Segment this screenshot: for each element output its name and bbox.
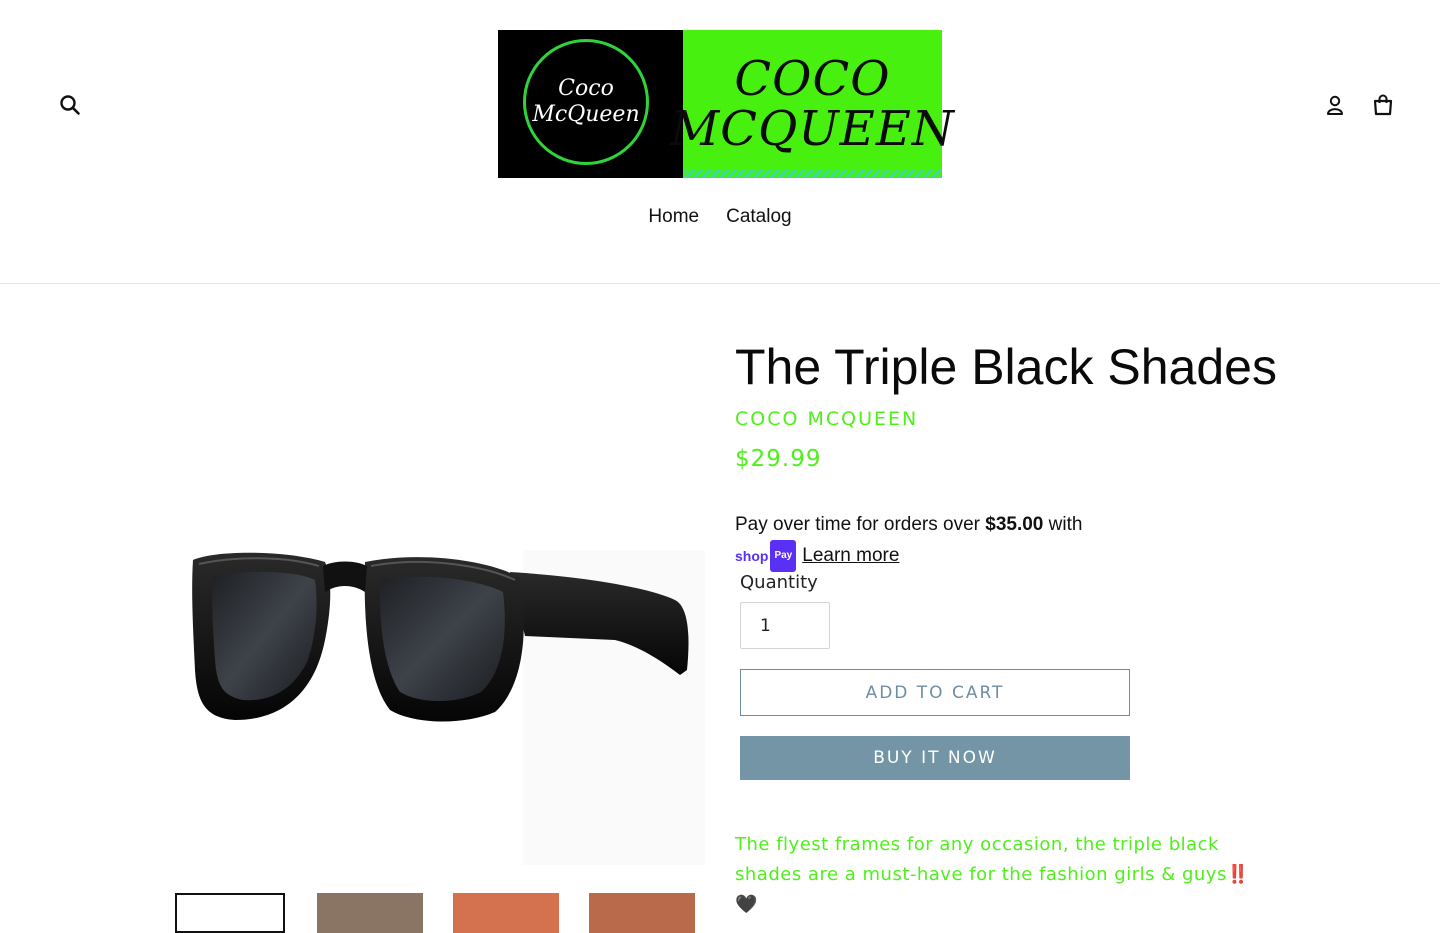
black-heart-emoji: 🖤 [735, 894, 758, 915]
add-to-cart-button[interactable]: ADD TO CART [740, 669, 1130, 716]
product-price: $29.99 [735, 446, 822, 472]
thumbnail-2[interactable] [317, 893, 423, 933]
shop-pay-logo: shop Pay [735, 540, 797, 572]
cart-icon [1373, 94, 1393, 116]
thumbnail-3[interactable] [453, 893, 559, 933]
installments-threshold: $35.00 [985, 514, 1044, 535]
product-description: The flyest frames for any occasion, the … [735, 830, 1275, 920]
sunglasses-image [192, 550, 705, 865]
product-main-image[interactable] [175, 340, 705, 870]
shop-pay-pay: Pay [770, 540, 797, 572]
product-vendor: COCO MCQUEEN [735, 408, 919, 430]
installments-message: Pay over time for orders over $35.00 wit… [735, 510, 1155, 572]
user-icon [1327, 95, 1343, 115]
site-header: Coco McQueen COCO MCQUEEN Home Catalog [0, 0, 1440, 284]
buy-it-now-button[interactable]: BUY IT NOW [740, 736, 1130, 780]
search-icon [60, 95, 80, 115]
site-logo[interactable]: Coco McQueen COCO MCQUEEN [498, 30, 954, 178]
installments-text-before: Pay over time for orders over [735, 514, 986, 535]
logo-emblem: Coco McQueen [498, 30, 683, 178]
nav-catalog[interactable]: Catalog [726, 206, 792, 228]
logo-banner-line1: COCO [734, 51, 891, 107]
nav-home[interactable]: Home [648, 206, 699, 228]
logo-banner: COCO MCQUEEN [670, 30, 954, 178]
double-exclamation-emoji: ‼️ [1226, 864, 1250, 885]
quantity-label: Quantity [740, 572, 818, 593]
main-nav: Home Catalog [0, 206, 1440, 228]
installments-text-after: with [1043, 514, 1083, 535]
quantity-input[interactable] [740, 602, 830, 649]
thumbnail-1[interactable] [175, 893, 285, 933]
logo-circle-line1: Coco [558, 76, 614, 101]
learn-more-link[interactable]: Learn more [802, 545, 899, 566]
logo-stripe [683, 170, 942, 178]
cart-button[interactable] [1366, 88, 1400, 122]
product-title: The Triple Black Shades [735, 339, 1277, 395]
logo-circle: Coco McQueen [523, 39, 649, 165]
search-button[interactable] [54, 89, 86, 121]
shop-pay-shop: shop [735, 548, 769, 564]
product-info: The Triple Black Shades COCO MCQUEEN $29… [735, 338, 1295, 915]
login-button[interactable] [1320, 90, 1350, 120]
logo-circle-line2: McQueen [532, 102, 640, 127]
product-thumbnails [175, 893, 695, 933]
description-text: The flyest frames for any occasion, the … [735, 834, 1227, 885]
thumbnail-4[interactable] [589, 893, 695, 933]
logo-banner-line2: MCQUEEN [670, 101, 955, 157]
